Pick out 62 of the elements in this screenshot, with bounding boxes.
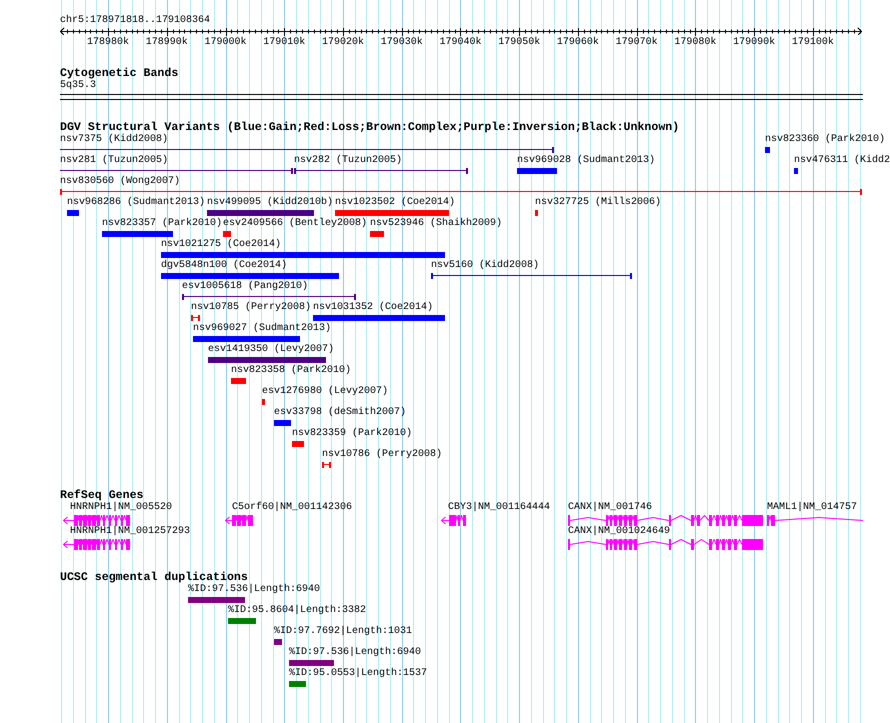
tick-label: 179090k — [733, 37, 776, 48]
gene-label: CANX|NM_001746 — [568, 503, 652, 513]
variant-label: nsv10785 (Perry2008) — [191, 303, 312, 313]
variant-label: nsv282 (Tuzun2005) — [294, 156, 402, 166]
variant-label: esv33798 (deSmith2007) — [274, 408, 406, 418]
tick-label: 178980k — [87, 37, 130, 48]
track-title: Cytogenetic Bands — [60, 67, 178, 80]
duplication-label: %ID:95.8604|Length:3382 — [228, 606, 366, 616]
band-label: 5q35.3 — [60, 81, 96, 91]
gene-model — [441, 515, 467, 526]
variant-label: esv1276980 (Levy2007) — [262, 387, 388, 397]
variant-label: nsv476311 (Kidd2 — [794, 156, 890, 166]
variant-label: esv2409566 (Bentley2008) — [223, 219, 368, 229]
duplication-label: %ID:97.536|Length:6940 — [188, 585, 320, 595]
location-label: chr5:178971818..179108364 — [60, 16, 210, 26]
duplication-label: %ID:97.7692|Length:1031 — [274, 627, 412, 637]
tick-label: 179020k — [322, 37, 364, 48]
variant-label: nsv823357 (Park2010) — [102, 219, 222, 229]
track-title: DGV Structural Variants (Blue:Gain;Red:Loss;Brown:Complex;Purple:Inversion;Black:Unknown) — [60, 121, 680, 134]
tick-label: 179030k — [380, 37, 423, 48]
variant-label: nsv823359 (Park2010) — [292, 429, 412, 439]
tick-label: 179040k — [439, 37, 482, 48]
variant-label: nsv968286 (Sudmant2013) — [67, 198, 206, 208]
track-title: UCSC segmental duplications — [60, 571, 248, 584]
variant-label: nsv499095 (Kidd2010b) — [207, 198, 334, 208]
gene-model — [63, 515, 131, 526]
tick-label: 178990k — [146, 37, 188, 48]
variant-label: nsv7375 (Kidd2008) — [60, 135, 168, 145]
gene-label: HNRNPH1|NM_005520 — [70, 503, 172, 513]
variant-label: nsv830560 (Wong2007) — [60, 177, 180, 187]
gene-model — [225, 515, 254, 526]
gene-label: CANX|NM_001024649 — [568, 527, 670, 537]
variant-label: esv1419350 (Levy2007) — [208, 345, 334, 355]
tick-label: 179070k — [616, 37, 658, 48]
variant-label: nsv281 (Tuzun2005) — [60, 156, 168, 166]
gene-label: C5orf60|NM_001142306 — [232, 503, 352, 513]
variant-label: nsv1031352 (Coe2014) — [313, 303, 434, 313]
variant-label: nsv1023502 (Coe2014) — [335, 198, 456, 208]
gene-label: HNRNPH1|NM_001257293 — [70, 527, 190, 537]
variant-label: nsv1021275 (Coe2014) — [161, 240, 282, 250]
tick-label: 179100k — [792, 37, 834, 48]
variant-label: nsv969027 (Sudmant2013) — [193, 324, 332, 334]
variant-label: nsv823360 (Park2010) — [765, 135, 886, 145]
tick-label: 179060k — [556, 37, 599, 48]
variant-label: nsv823358 (Park2010) — [231, 366, 352, 376]
variant-label: nsv327725 (Mills2006) — [535, 198, 662, 208]
gene-label: CBY3|NM_001164444 — [448, 503, 550, 513]
gene-model — [63, 539, 131, 550]
tick-label: 179000k — [204, 37, 247, 48]
variant-label: dgv5848n100 (Coe2014) — [161, 261, 288, 271]
variant-label: esv1005618 (Pang2010) — [182, 282, 308, 292]
gene-label: MAML1|NM_014757 — [767, 503, 858, 513]
duplication-label: %ID:95.0553|Length:1537 — [289, 669, 428, 679]
tick-label: 179010k — [263, 37, 306, 48]
tick-label: 179050k — [498, 37, 540, 48]
variant-label: nsv969028 (Sudmant2013) — [517, 156, 656, 166]
tick-label: 179080k — [674, 37, 716, 48]
track-title: RefSeq Genes — [60, 489, 144, 502]
duplication-label: %ID:97.536|Length:6940 — [289, 648, 422, 658]
variant-label: nsv10786 (Perry2008) — [322, 450, 442, 460]
variant-label: nsv523946 (Shaikh2009) — [370, 219, 502, 229]
variant-label: nsv5160 (Kidd2008) — [431, 261, 540, 271]
